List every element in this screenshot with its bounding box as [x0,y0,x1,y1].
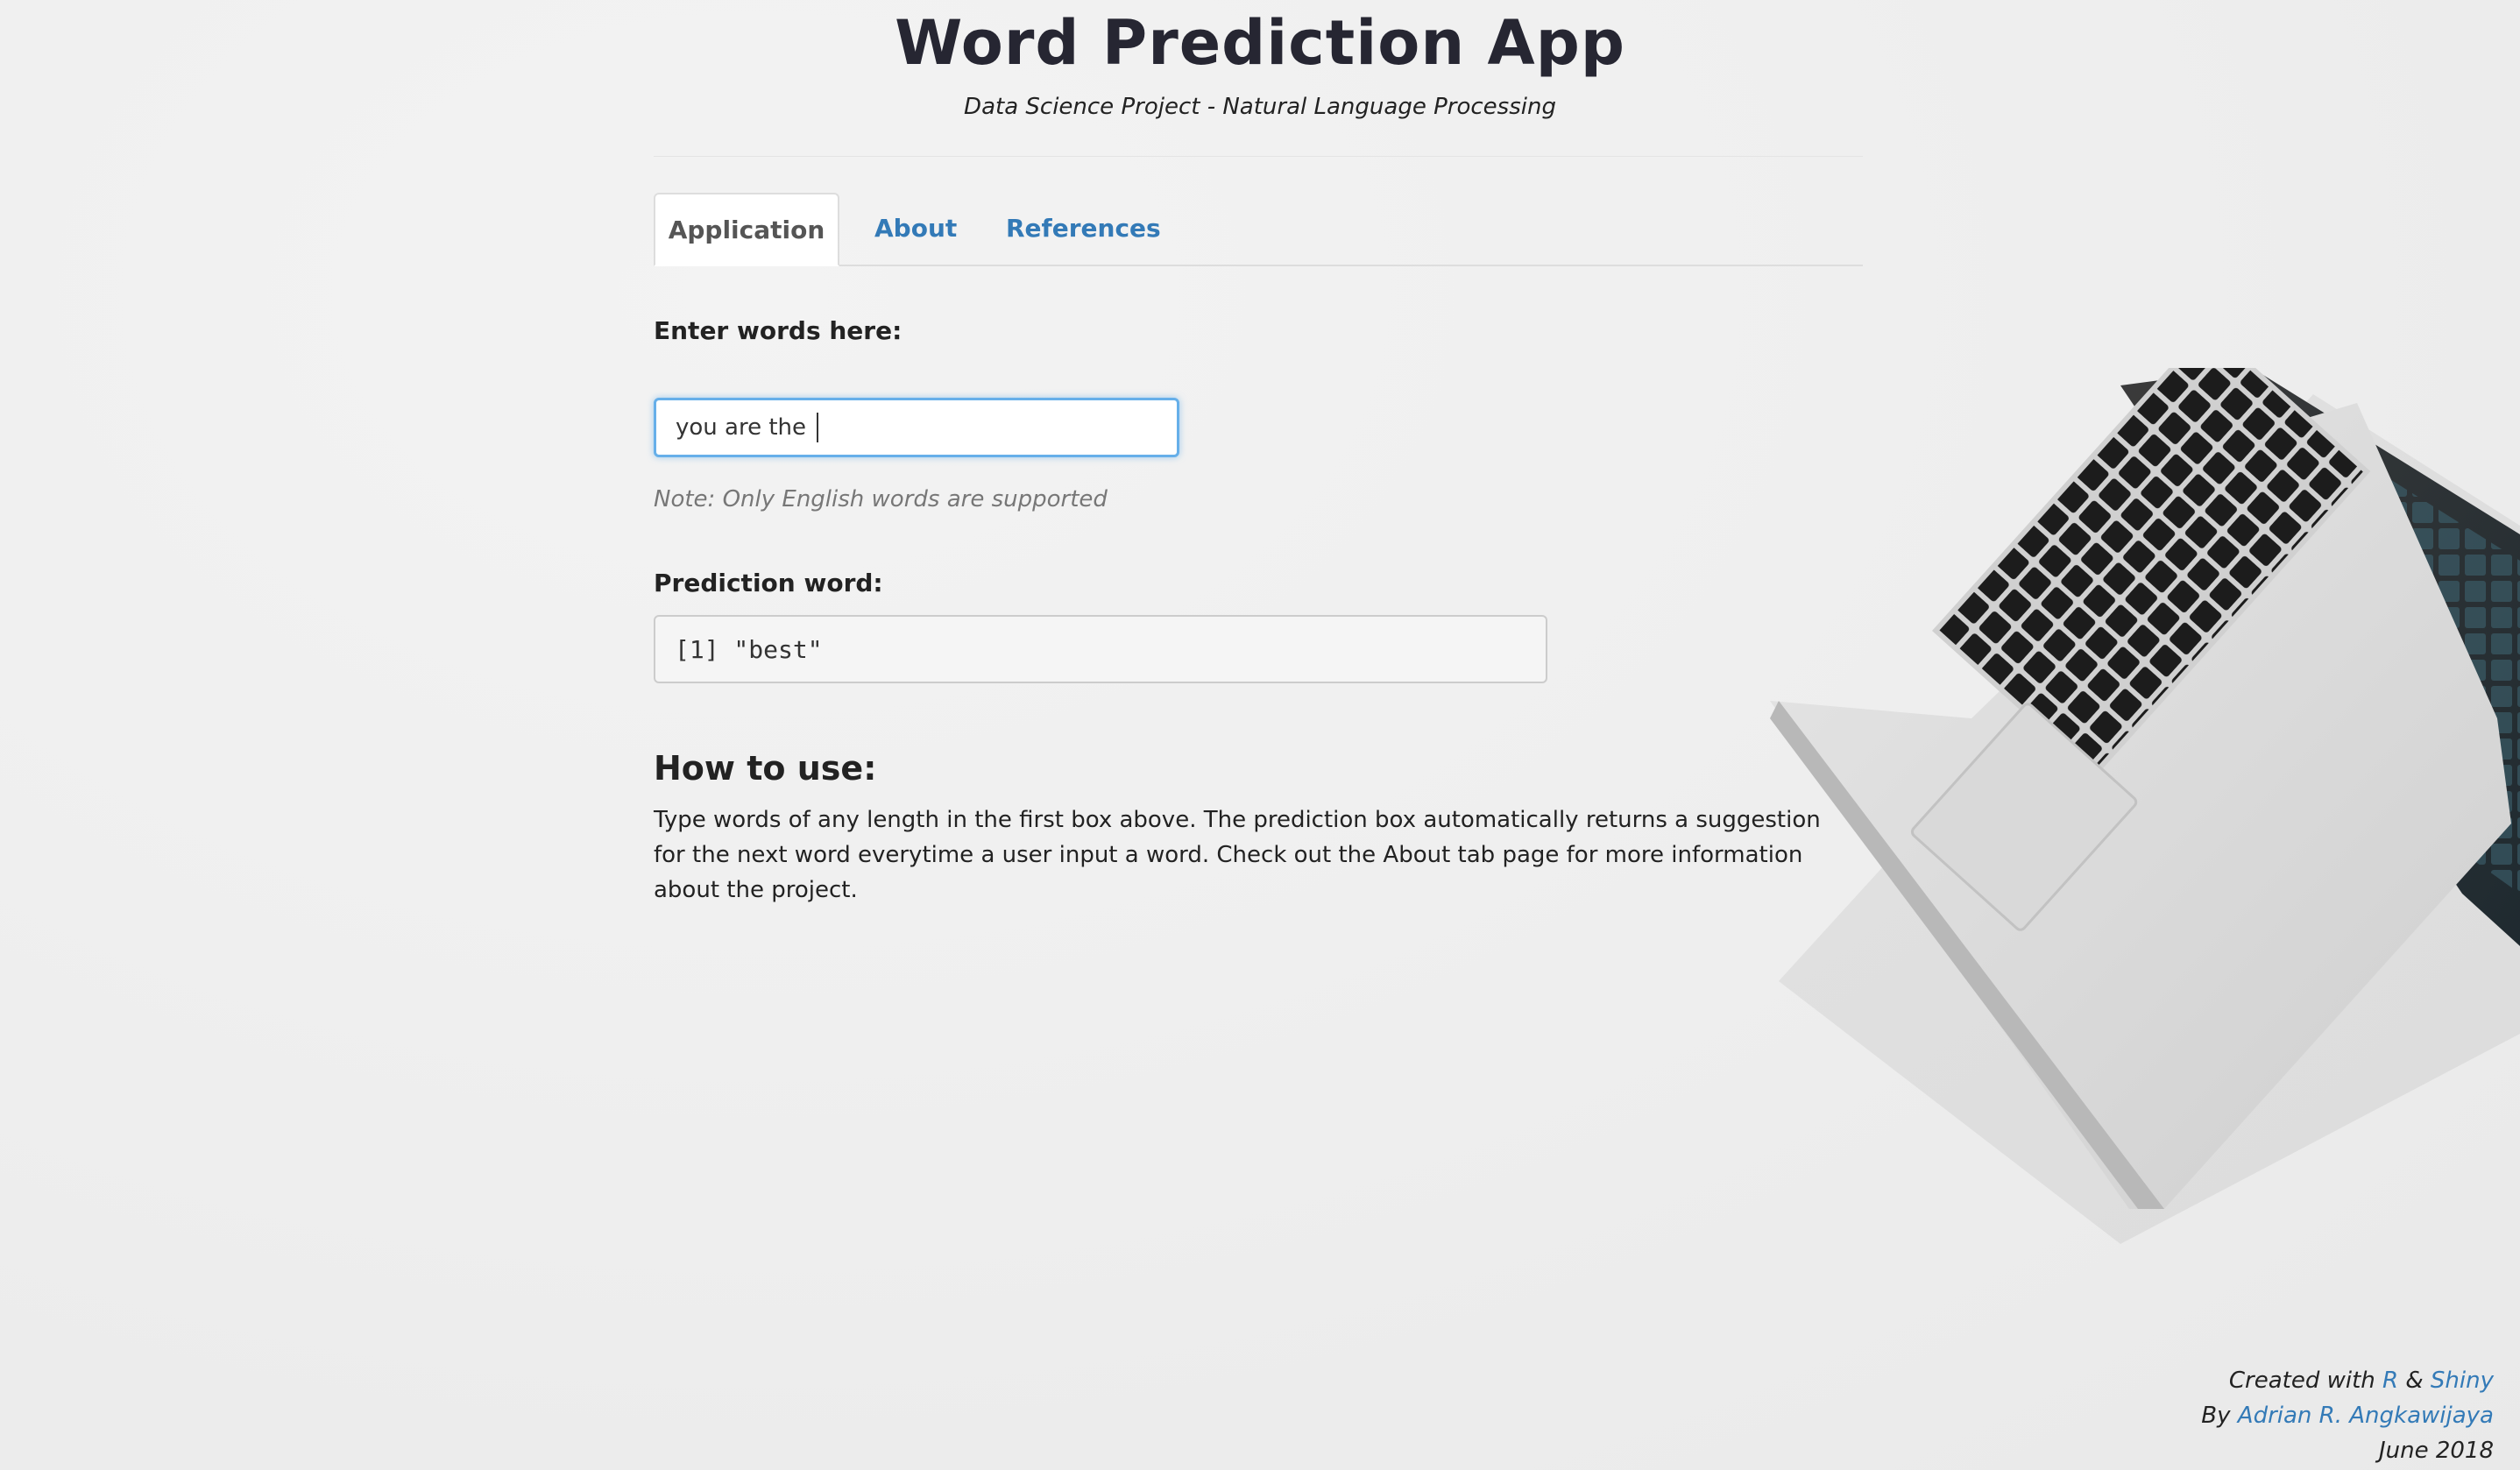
tab-about[interactable]: About [874,193,957,265]
prediction-output-text: [1] "best" [675,634,823,664]
word-input-value: you are the [676,414,814,441]
footer-ampersand: & [2405,1368,2424,1394]
app-subtitle: Data Science Project - Natural Language … [964,94,1556,120]
r-link[interactable]: R [2382,1368,2398,1394]
language-note: Note: Only English words are supported [654,486,1108,512]
footer-by-prefix: By [2201,1403,2231,1429]
app-title: Word Prediction App [895,7,1625,79]
title-divider [654,156,1863,157]
tab-bar: Application About References [654,193,1863,266]
footer-author-line: By Adrian R. Angkawijaya [2201,1398,2494,1433]
tab-application[interactable]: Application [654,193,839,266]
how-to-use-heading: How to use: [654,749,877,788]
text-caret [817,413,819,442]
footer-date: June 2018 [2378,1438,2494,1464]
input-label: Enter words here: [654,316,903,345]
how-to-use-text: Type words of any length in the first bo… [654,807,1821,903]
footer: Created with R & Shiny By Adrian R. Angk… [2201,1363,2494,1468]
footer-created-prefix: Created with [2228,1368,2375,1394]
author-link[interactable]: Adrian R. Angkawijaya [2238,1403,2494,1429]
laptop-image [1770,368,2520,1244]
footer-created-line: Created with R & Shiny [2201,1363,2494,1398]
prediction-label: Prediction word: [654,569,883,597]
prediction-output: [1] "best" [654,615,1547,683]
shiny-link[interactable]: Shiny [2431,1368,2494,1394]
tab-references[interactable]: References [1006,193,1161,265]
word-input[interactable]: you are the [654,398,1179,457]
